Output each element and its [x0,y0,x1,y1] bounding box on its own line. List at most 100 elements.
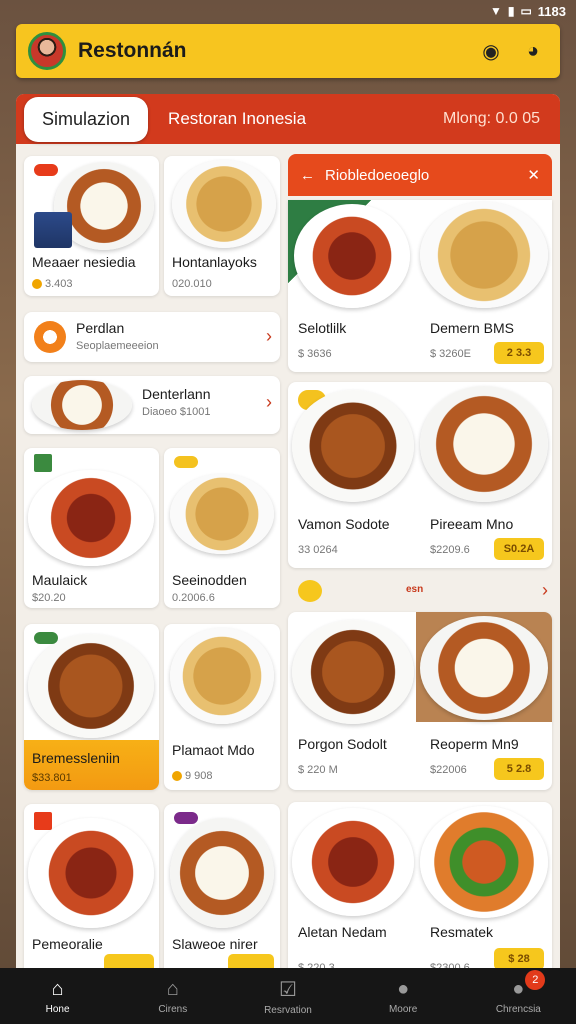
dish-price: $33.801 [32,772,72,784]
dish-price: 9 908 [185,770,213,782]
dish-name: Demern BMS [430,320,515,336]
coin-icon [32,279,42,290]
dish-price: $ 3636 [298,348,332,360]
dish-name: Resmatek [430,924,494,940]
menu-card[interactable]: Maulaick $20.20 [24,448,159,608]
bottom-nav: ⌂ Hone ⌂ Cirens ☑ Resrvation ● Moore ● 2… [0,968,576,1024]
menu-card[interactable]: Pemeoralie [24,804,159,984]
dish-name: Seeinodden [172,572,247,588]
nav-label: Hone [45,1003,70,1015]
dish-image [28,470,154,566]
back-icon[interactable]: ← [300,167,315,184]
menu-card[interactable]: Meaaer nesiedia 3.403 [24,156,159,296]
nav-home[interactable]: ⌂ Hone [13,978,103,1015]
nav-reservation[interactable]: ☑ Resrvation [243,977,333,1016]
add-button[interactable]: S0.2A [494,538,544,560]
dish-price: $ 220 M [298,764,338,776]
promo-badge [172,454,200,470]
dish-image[interactable] [420,616,548,720]
nav-label: Moore [388,1003,418,1015]
dish-name: Selotlilk [298,320,347,336]
add-button[interactable]: 2 3.3 [494,342,544,364]
dish-name: Slaweoe nirer [172,936,258,952]
dish-image[interactable] [420,202,548,308]
dish-name: Meaaer nesiedia [32,254,136,270]
dumpling-icon[interactable]: ◕ [518,36,548,66]
list-title: Denterlann [142,386,211,402]
menu-card[interactable]: Slaweoe nirer [164,804,280,984]
promo-badge [172,810,200,826]
main-panel: Simulazion Restoran Inonesia Mlong: 0.0 … [16,94,560,984]
nav-profile[interactable]: ● 2 Chrencsia [473,969,563,1015]
chevron-right-icon: › [542,580,548,600]
dish-image[interactable] [292,390,414,502]
nav-moore[interactable]: ● Moore [358,978,448,1015]
menu-card-pair: Porgon Sodolt $ 220 M Reoperm Mn9 $22006… [288,612,552,790]
list-subtitle: Diaoeo $1001 [142,406,211,418]
dish-name: Pireeam Mno [430,516,514,532]
chevron-right-icon: › [266,392,272,412]
section-title: Riobledoeoeglo [325,166,430,184]
dish-price: $22006 [430,764,467,776]
dish-price: $ 3260E [430,348,471,360]
dish-name: Porgon Sodolt [298,736,387,752]
menu-card[interactable]: Hontanlayoks 020.010 [164,156,280,296]
dish-name: Hontanlayoks [172,254,257,270]
chevron-right-icon: › [266,326,272,346]
dish-name: Reoperm Mn9 [430,736,519,752]
home-icon: ⌂ [51,977,64,1000]
nav-cirens[interactable]: ⌂ Cirens [128,978,218,1015]
dish-image[interactable] [420,806,548,918]
coin-icon [172,771,182,782]
list-subtitle: Seoplaemeeeion [76,340,159,352]
profile-icon: ● [512,977,525,1000]
dish-price: 3.403 [45,278,73,290]
dish-image [28,634,154,738]
dish-name: Bremessleniin [32,750,120,766]
add-button[interactable]: $ 28 [494,948,544,970]
tab-mlong[interactable]: Mlong: 0.0 05 [443,110,552,128]
dish-price: 33 0264 [298,544,338,556]
restaurant-icon [34,321,66,353]
dish-name: Pemeoralie [32,936,103,952]
battery-icon: ▭ [520,4,532,18]
menu-card[interactable]: Bremessleniin $33.801 [24,624,159,790]
list-item[interactable]: Perdlan Seoplaemeeeion › [24,312,280,362]
promo-banner[interactable]: esn › [288,574,552,608]
notification-badge: 2 [525,969,546,990]
list-item[interactable]: Denterlann Diaoeo $1001 › [24,376,280,434]
avatar[interactable] [28,32,66,70]
tab-simulazion[interactable]: Simulazion [24,96,149,142]
dish-image[interactable] [292,808,414,916]
promo-badge [32,810,54,832]
dish-image [32,380,132,430]
dish-name: Aletan Nedam [298,924,387,940]
banner-label: esn [406,584,424,595]
menu-card-pair: Vamon Sodote 33 0264 Pireeam Mno $2209.6… [288,382,552,568]
menu-card[interactable]: Seeinodden 0.2006.6 [164,448,280,608]
menu-card[interactable]: Plamaot Mdo 9 908 [164,624,280,790]
dish-image[interactable] [294,204,410,308]
house-outline-icon: ⌂ [166,977,179,1000]
section-header: ← Riobledoeoeglo ✕ [288,154,552,196]
dish-price: 020.010 [172,278,212,290]
dish-image [28,818,154,928]
app-title: Restonnán [78,39,187,62]
close-icon[interactable]: ✕ [527,166,540,184]
dish-image [170,474,274,554]
menu-card-pair: Selotlilk $ 3636 Demern BMS $ 3260E 2 3.… [288,200,552,372]
dish-price: 0.2006.6 [172,592,215,604]
dish-image[interactable] [420,386,548,502]
tab-restoran[interactable]: Restoran Inonesia [168,109,423,129]
add-button[interactable]: 5 2.8 [494,758,544,780]
dish-image [170,818,274,928]
dish-image[interactable] [292,620,414,724]
halal-badge [32,452,54,474]
chef-photo [34,212,72,248]
panda-icon[interactable]: ◉ [476,36,506,66]
dish-image [172,160,276,248]
dish-image [170,628,274,724]
signal-icon: ▮ [507,4,515,18]
reservation-icon: ☑ [279,978,297,1001]
dish-price: $20.20 [32,592,66,604]
